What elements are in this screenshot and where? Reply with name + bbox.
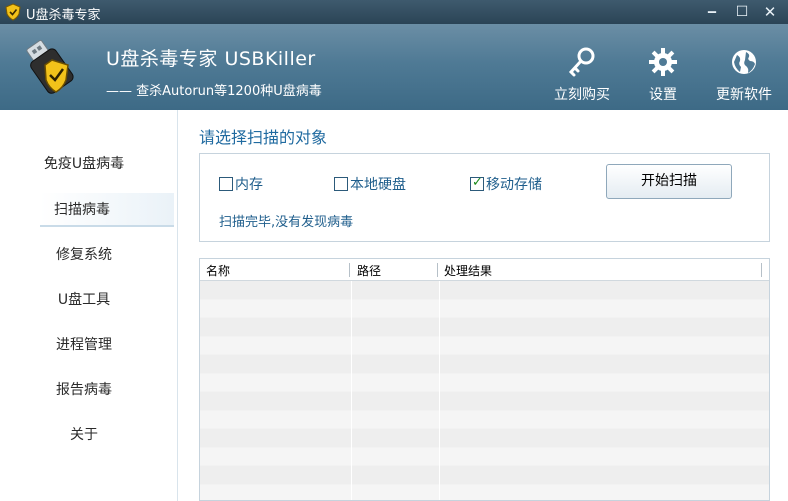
app-name: U盘杀毒专家 USBKiller — [106, 48, 316, 70]
start-scan-button[interactable]: 开始扫描 — [606, 164, 732, 199]
gear-icon — [649, 48, 677, 76]
table-row — [200, 281, 769, 300]
table-row — [200, 299, 769, 318]
table-row — [200, 484, 769, 500]
memory-checkbox-label: 内存 — [235, 177, 263, 193]
scan-status-text: 扫描完毕,没有发现病毒 — [219, 215, 354, 230]
column-divider — [351, 281, 352, 500]
sidebar-item-repair[interactable]: 修复系统 — [0, 238, 168, 272]
settings-button[interactable]: 设置 — [628, 46, 698, 106]
results-table-header: 名称 路径 处理结果 — [200, 259, 769, 281]
column-header-path[interactable]: 路径 — [357, 262, 381, 279]
memory-checkbox-box[interactable] — [219, 177, 233, 191]
table-row — [200, 373, 769, 392]
table-row — [200, 318, 769, 337]
local-disk-checkbox[interactable]: 本地硬盘 — [334, 176, 406, 194]
sidebar-item-immunize[interactable]: 免疫U盘病毒 — [0, 147, 168, 181]
table-row — [200, 429, 769, 448]
results-table: 名称 路径 处理结果 — [199, 258, 770, 501]
usb-shield-logo-icon — [26, 40, 74, 94]
sidebar-item-process-manager[interactable]: 进程管理 — [0, 328, 168, 362]
close-button[interactable]: ✕ — [760, 2, 780, 22]
removable-storage-checkbox-box[interactable] — [470, 174, 484, 192]
table-row — [200, 392, 769, 411]
column-divider — [439, 281, 440, 500]
removable-storage-checkbox[interactable]: 移动存储 — [470, 174, 542, 194]
scan-options-panel: 内存 本地硬盘 移动存储 开始扫描 扫描完毕,没有发现病毒 — [199, 153, 770, 242]
app-header: U盘杀毒专家 USBKiller —— 查杀Autorun等1200种U盘病毒 … — [0, 24, 788, 110]
maximize-button[interactable]: ☐ — [732, 2, 752, 22]
app-tagline: —— 查杀Autorun等1200种U盘病毒 — [106, 84, 322, 99]
removable-storage-checkbox-label: 移动存储 — [486, 177, 542, 193]
table-row — [200, 447, 769, 466]
update-software-label: 更新软件 — [716, 87, 772, 103]
key-icon — [568, 47, 595, 77]
globe-icon — [732, 50, 756, 74]
memory-checkbox[interactable]: 内存 — [219, 176, 263, 194]
column-header-result[interactable]: 处理结果 — [444, 262, 492, 279]
buy-now-button[interactable]: 立刻购买 — [547, 46, 617, 106]
sidebar-nav: 免疫U盘病毒 扫描病毒 修复系统 U盘工具 进程管理 报告病毒 关于 — [0, 110, 178, 501]
table-row — [200, 355, 769, 374]
column-separator[interactable] — [349, 263, 350, 277]
update-software-button[interactable]: 更新软件 — [709, 46, 779, 106]
column-header-name[interactable]: 名称 — [206, 262, 230, 279]
local-disk-checkbox-box[interactable] — [334, 177, 348, 191]
local-disk-checkbox-label: 本地硬盘 — [350, 177, 406, 193]
settings-label: 设置 — [649, 87, 677, 103]
sidebar-item-report-virus[interactable]: 报告病毒 — [0, 373, 168, 407]
column-separator[interactable] — [761, 263, 762, 277]
buy-now-label: 立刻购买 — [554, 87, 610, 103]
section-title: 请选择扫描的对象 — [199, 128, 328, 147]
table-row — [200, 410, 769, 429]
minimize-button[interactable]: ‒ — [702, 2, 722, 22]
results-table-body — [200, 281, 769, 500]
column-separator[interactable] — [437, 263, 438, 277]
table-row — [200, 466, 769, 485]
title-bar: U盘杀毒专家 ‒ ☐ ✕ — [0, 0, 788, 24]
table-row — [200, 336, 769, 355]
shield-icon — [5, 3, 21, 21]
sidebar-item-usb-tools[interactable]: U盘工具 — [0, 283, 168, 317]
sidebar-item-about[interactable]: 关于 — [0, 418, 168, 452]
window-title: U盘杀毒专家 — [26, 8, 101, 23]
sidebar-item-scan[interactable]: 扫描病毒 — [40, 193, 174, 227]
